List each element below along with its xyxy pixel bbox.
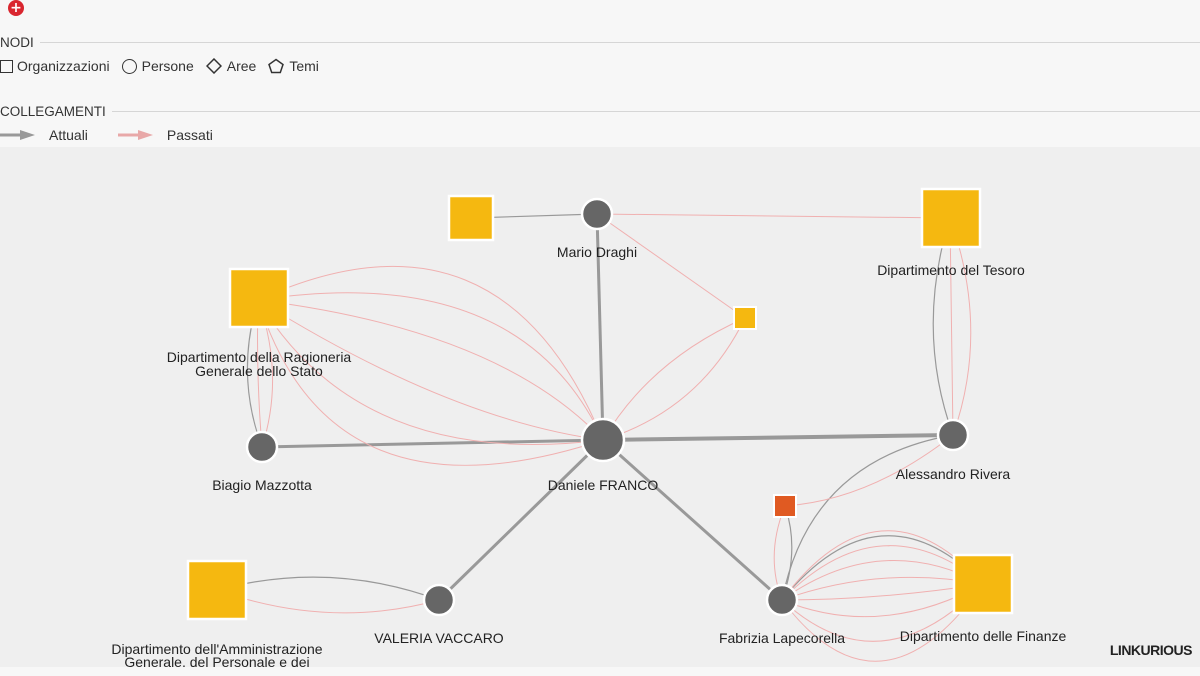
nodes-legend-title: NODI bbox=[0, 35, 34, 50]
node-person-vaccaro[interactable] bbox=[422, 583, 456, 617]
node-label-vaccaro: VALERIA VACCARO bbox=[374, 630, 504, 646]
node-org-rgs[interactable] bbox=[228, 267, 290, 329]
node-types-legend: Organizzazioni Persone Aree Temi bbox=[0, 56, 331, 76]
edge-past[interactable] bbox=[949, 217, 972, 436]
node-label-finanze: Dipartimento delle Finanze bbox=[900, 628, 1067, 644]
node-person-lapecorella[interactable] bbox=[765, 583, 799, 617]
node-person-mazzotta[interactable] bbox=[245, 430, 279, 464]
node-org-small-mid[interactable] bbox=[733, 306, 757, 330]
edge-current[interactable] bbox=[602, 433, 954, 442]
node-org-dag[interactable] bbox=[186, 559, 248, 621]
link-types-legend: Attuali Passati bbox=[0, 126, 243, 144]
node-label-draghi: Mario Draghi bbox=[557, 244, 637, 260]
circle-icon bbox=[121, 58, 137, 74]
edge-past[interactable] bbox=[596, 213, 951, 219]
links-legend-header: COLLEGAMENTI bbox=[0, 104, 1200, 119]
node-org-orange[interactable] bbox=[773, 494, 797, 518]
legend-item-current-links[interactable]: Attuali bbox=[0, 127, 88, 143]
node-org-finanze[interactable] bbox=[952, 553, 1014, 615]
arrow-past-icon bbox=[117, 130, 153, 140]
node-label-lapecorella: Fabrizia Lapecorella bbox=[719, 630, 845, 646]
links-legend-title: COLLEGAMENTI bbox=[0, 104, 106, 119]
network-graph[interactable]: Daniele FRANCO Mario Draghi Biagio Mazzo… bbox=[0, 147, 1200, 670]
node-label-mazzotta: Biagio Mazzotta bbox=[212, 477, 312, 493]
square-icon bbox=[0, 59, 13, 73]
edge-current[interactable] bbox=[261, 438, 604, 449]
legend-label: Organizzazioni bbox=[17, 58, 110, 74]
edge-past[interactable] bbox=[602, 317, 746, 441]
edge-past[interactable] bbox=[216, 589, 440, 614]
edge-current[interactable] bbox=[602, 438, 783, 602]
nodes-legend-header: NODI bbox=[0, 35, 1200, 50]
edge-past[interactable] bbox=[949, 217, 954, 436]
legend-item-areas[interactable]: Aree bbox=[205, 58, 257, 74]
node-org-small-top[interactable] bbox=[447, 194, 495, 242]
edge-current[interactable] bbox=[781, 434, 954, 601]
legend-item-organizations[interactable]: Organizzazioni bbox=[0, 58, 110, 74]
legend-label: Temi bbox=[289, 58, 319, 74]
edge-past[interactable] bbox=[602, 317, 746, 441]
node-label-rivera: Alessandro Rivera bbox=[896, 466, 1011, 482]
add-button[interactable]: + bbox=[8, 0, 24, 16]
graph-canvas[interactable]: Daniele FRANCO Mario Draghi Biagio Mazzo… bbox=[0, 147, 1200, 670]
brand-logo: LINKURIOUS bbox=[1109, 642, 1193, 658]
node-label-daniele: Daniele FRANCO bbox=[548, 477, 659, 493]
node-person-draghi[interactable] bbox=[580, 197, 614, 231]
node-label-dag-line2: Generale, del Personale e dei bbox=[124, 654, 309, 667]
edge-current[interactable] bbox=[437, 438, 605, 602]
node-org-tesoro[interactable] bbox=[920, 187, 982, 249]
legend-label: Persone bbox=[141, 58, 194, 74]
legend-item-persons[interactable]: Persone bbox=[121, 58, 194, 74]
plus-circle-icon: + bbox=[10, 0, 22, 16]
divider bbox=[39, 42, 1200, 43]
brand-name: LINKURIOUS bbox=[1109, 642, 1193, 658]
arrow-current-icon bbox=[0, 130, 35, 140]
legend-item-past-links[interactable]: Passati bbox=[117, 127, 213, 143]
node-person-daniele[interactable] bbox=[580, 417, 626, 463]
node-label-rgs-line2: Generale dello Stato bbox=[195, 363, 323, 379]
node-label-tesoro: Dipartimento del Tesoro bbox=[877, 262, 1025, 278]
edge-past[interactable] bbox=[596, 213, 746, 319]
pentagon-icon bbox=[268, 58, 285, 74]
legend-label: Attuali bbox=[49, 127, 88, 143]
legend-label: Passati bbox=[166, 127, 213, 143]
node-person-rivera[interactable] bbox=[936, 418, 970, 452]
divider bbox=[111, 111, 1200, 112]
legend-label: Aree bbox=[226, 58, 257, 74]
edge-current[interactable] bbox=[216, 576, 440, 601]
diamond-icon bbox=[205, 58, 222, 74]
legend-item-themes[interactable]: Temi bbox=[268, 58, 319, 74]
